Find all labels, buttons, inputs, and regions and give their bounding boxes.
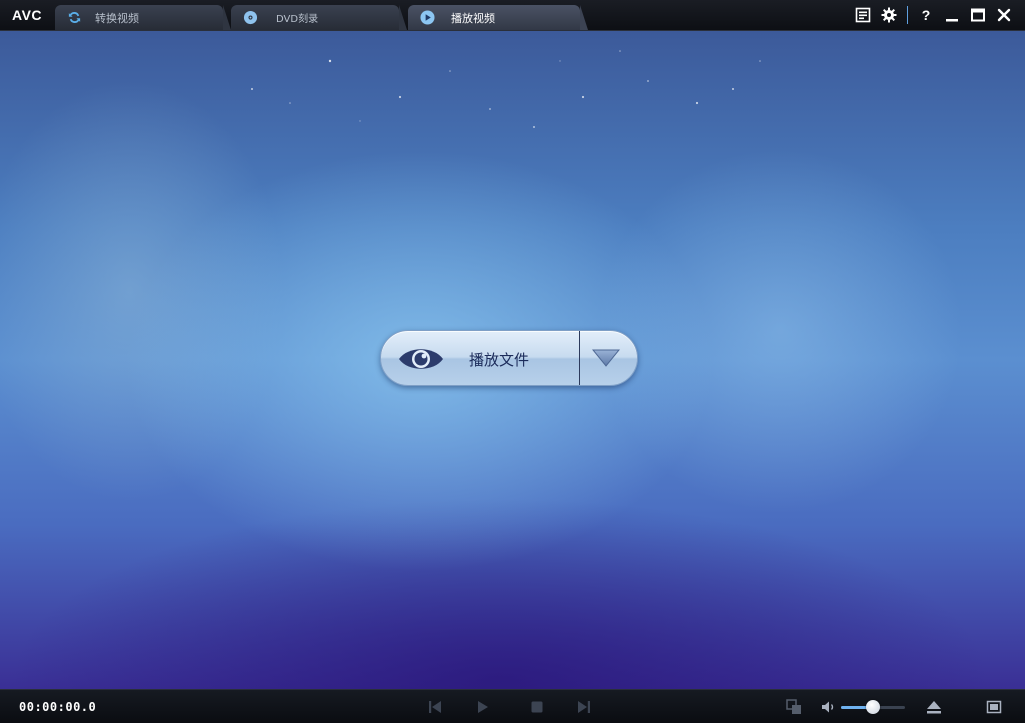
tab-play-video[interactable]: 播放视频 — [408, 5, 588, 30]
minimize-icon — [946, 19, 958, 22]
app-logo: AVC — [12, 7, 43, 23]
skip-forward-icon[interactable] — [576, 699, 592, 715]
maximize-icon — [971, 8, 985, 22]
tab-dvd-burn[interactable]: DVD刻录 — [231, 5, 407, 30]
starfield-decoration — [251, 50, 761, 128]
play-circle-icon — [420, 10, 435, 25]
title-bar: AVC 转换视频 DVD刻录 播放视频 ? — [0, 0, 1025, 31]
tab-play-video-label: 播放视频 — [451, 12, 495, 25]
play-file-button-group: 播放文件 — [380, 330, 638, 386]
gear-icon — [881, 7, 897, 23]
volume-slider-knob[interactable] — [866, 700, 880, 714]
settings-button[interactable] — [878, 4, 900, 26]
play-file-button[interactable]: 播放文件 — [381, 331, 579, 385]
play-file-label: 播放文件 — [469, 351, 530, 369]
tab-convert-video-label: 转换视频 — [95, 12, 139, 25]
play-options-dropdown[interactable] — [580, 331, 637, 385]
skip-back-icon[interactable] — [427, 699, 443, 715]
timecode-display: 00:00:00.0 — [19, 700, 97, 714]
play-icon[interactable] — [475, 699, 491, 715]
title-bar-separator — [907, 6, 908, 24]
eject-icon[interactable] — [926, 699, 942, 715]
close-button[interactable] — [993, 4, 1015, 26]
eye-icon — [399, 349, 443, 369]
fullscreen-icon[interactable] — [986, 699, 1002, 715]
tab-convert-video[interactable]: 转换视频 — [55, 5, 231, 30]
task-list-icon — [855, 7, 871, 23]
help-button[interactable]: ? — [915, 4, 937, 26]
app-window: AVC 转换视频 DVD刻录 播放视频 ? 播放文件 00:00:00.0 — [0, 0, 1025, 723]
maximize-button[interactable] — [967, 4, 989, 26]
window-controls: ? — [852, 4, 1015, 26]
tab-dvd-burn-label: DVD刻录 — [276, 14, 319, 25]
disc-icon — [243, 10, 258, 25]
close-icon — [997, 8, 1011, 22]
stop-icon[interactable] — [529, 699, 545, 715]
player-control-bar: 00:00:00.0 — [0, 689, 1025, 723]
triangle-down-icon — [592, 349, 620, 367]
snapshot-icon[interactable] — [786, 699, 802, 715]
minimize-button[interactable] — [941, 4, 963, 26]
refresh-icon — [68, 11, 81, 24]
task-list-button[interactable] — [852, 4, 874, 26]
help-icon: ? — [921, 7, 931, 23]
volume-icon[interactable] — [821, 699, 837, 715]
